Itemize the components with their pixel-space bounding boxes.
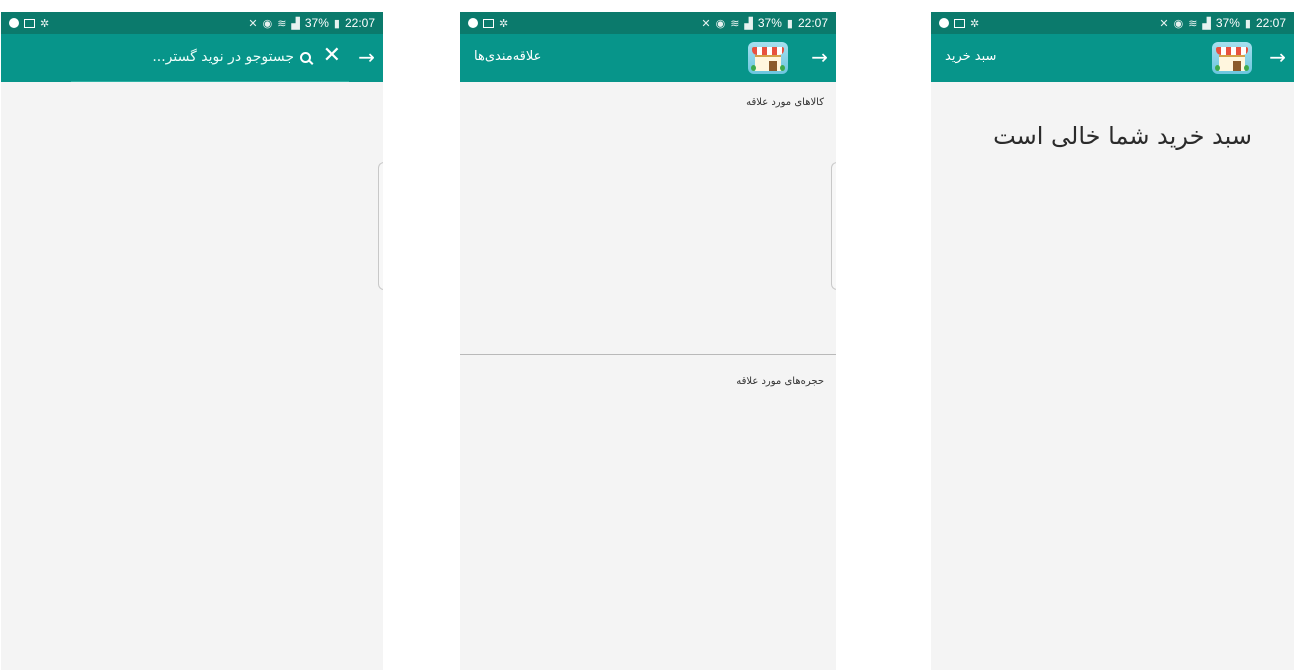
mute-icon: ✕ [1159, 17, 1169, 30]
search-placeholder: جستوجو در نوید گستر... [152, 49, 294, 65]
cart-screen: ✲ ✕ ◉ ≋ ▟ 37% ▮ 22:07 → سبد خرید سبد خری… [931, 12, 1294, 670]
clear-search-icon[interactable]: ✕ [323, 44, 341, 68]
page-title: سبد خرید [945, 49, 997, 64]
side-drawer-handle[interactable] [831, 162, 836, 290]
wifi-icon: ≋ [1188, 17, 1198, 30]
battery-icon: ▮ [1244, 17, 1251, 30]
search-screen: ✲ ✕ ◉ ≋ ▟ 37% ▮ 22:07 → ✕ جستوجو در نوید… [1, 12, 383, 670]
clock: 22:07 [797, 16, 828, 30]
wifi-icon: ≋ [730, 17, 740, 30]
tool-icon: ✲ [970, 17, 980, 30]
back-arrow-icon[interactable]: → [1269, 46, 1286, 68]
alarm-icon: ◉ [715, 17, 726, 30]
screen-icon [954, 18, 965, 28]
status-bar: ✲ ✕ ◉ ≋ ▟ 37% ▮ 22:07 [931, 12, 1294, 34]
screen-icon [483, 18, 494, 28]
battery-icon: ▮ [333, 17, 340, 30]
status-bar: ✲ ✕ ◉ ≋ ▟ 37% ▮ 22:07 [1, 12, 383, 34]
wifi-icon: ≋ [277, 17, 287, 30]
clock: 22:07 [1255, 16, 1286, 30]
alarm-icon: ◉ [1173, 17, 1184, 30]
battery-level: 37% [304, 16, 329, 30]
cart-app-bar: → سبد خرید [931, 34, 1294, 82]
back-arrow-icon[interactable]: → [358, 46, 375, 68]
signal-icon: ▟ [1202, 17, 1211, 30]
search-underline [71, 81, 349, 82]
clock: 22:07 [344, 16, 375, 30]
favorites-app-bar: → علاقه‌مندی‌ها [460, 34, 836, 82]
back-arrow-icon[interactable]: → [811, 46, 828, 68]
battery-icon: ▮ [786, 17, 793, 30]
side-drawer-handle[interactable] [378, 162, 383, 290]
section-divider [460, 354, 836, 355]
page-title: علاقه‌مندی‌ها [474, 49, 542, 64]
search-app-bar: → ✕ جستوجو در نوید گستر... [1, 34, 383, 82]
favorite-shops-label: حجره‌های مورد علاقه [736, 376, 824, 387]
vpn-icon [939, 18, 949, 28]
vpn-icon [9, 18, 19, 28]
mute-icon: ✕ [248, 17, 258, 30]
mute-icon: ✕ [701, 17, 711, 30]
screen-icon [24, 18, 35, 28]
status-bar: ✲ ✕ ◉ ≋ ▟ 37% ▮ 22:07 [460, 12, 836, 34]
battery-level: 37% [757, 16, 782, 30]
signal-icon: ▟ [291, 17, 300, 30]
store-logo-icon [1212, 42, 1252, 74]
battery-level: 37% [1215, 16, 1240, 30]
tool-icon: ✲ [40, 17, 50, 30]
tool-icon: ✲ [499, 17, 509, 30]
favorite-products-label: کالاهای مورد علاقه [746, 97, 824, 108]
empty-cart-message: سبد خرید شما خالی است [993, 122, 1252, 150]
search-icon [300, 51, 311, 63]
alarm-icon: ◉ [262, 17, 273, 30]
favorites-screen: ✲ ✕ ◉ ≋ ▟ 37% ▮ 22:07 → علاقه‌مندی‌ها کا… [460, 12, 836, 670]
store-logo-icon [748, 42, 788, 74]
search-input[interactable]: جستوجو در نوید گستر... [152, 49, 311, 65]
vpn-icon [468, 18, 478, 28]
signal-icon: ▟ [744, 17, 753, 30]
